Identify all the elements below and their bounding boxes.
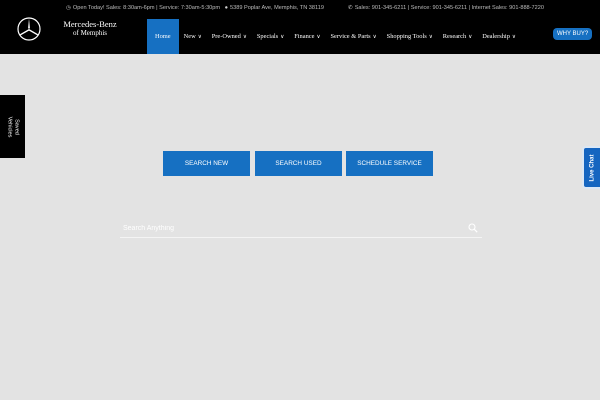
- topbar-hours-address: ◷ Open Today! Sales: 8:30am-6pm | Service…: [66, 4, 324, 12]
- search-used-button[interactable]: SEARCH USED: [255, 151, 342, 176]
- saved-vehicles-line2: Vehicles: [6, 116, 13, 137]
- nav-new-label: New: [183, 33, 196, 40]
- site-search: [120, 219, 482, 238]
- nav-research-label: Research: [442, 33, 467, 40]
- chevron-down-icon: ∨: [511, 33, 516, 40]
- chevron-down-icon: ∨: [242, 33, 247, 40]
- why-buy-button[interactable]: WHY BUY?: [553, 28, 593, 40]
- map-pin-icon: ●: [224, 5, 229, 11]
- nav-shopping-tools[interactable]: Shopping Tools ∨: [382, 19, 438, 54]
- store-hours: Open Today! Sales: 8:30am-6pm | Service:…: [72, 5, 221, 11]
- live-chat-button[interactable]: Live Chat: [582, 146, 600, 189]
- chevron-down-icon: ∨: [280, 33, 285, 40]
- phone-numbers[interactable]: Sales: 901-345-6211 | Service: 901-345-6…: [355, 5, 544, 11]
- live-chat-label: Live Chat: [589, 153, 596, 182]
- brand-location: of Memphis: [72, 29, 108, 37]
- nav-finance-label: Finance: [294, 33, 315, 40]
- nav-service-parts-label: Service & Parts: [330, 33, 371, 40]
- saved-vehicles-tab[interactable]: Saved Vehicles: [0, 95, 25, 158]
- search-icon[interactable]: [468, 223, 478, 233]
- nav-research[interactable]: Research ∨: [438, 19, 477, 54]
- clock-icon: ◷: [66, 5, 71, 11]
- saved-vehicles-line1: Saved: [13, 118, 20, 135]
- search-new-button[interactable]: SEARCH NEW: [163, 151, 250, 176]
- phone-icon: ✆: [348, 5, 353, 11]
- site-header: Mercedes-Benz of Memphis ◷ Open Today! Sa…: [0, 0, 600, 54]
- nav-shopping-tools-label: Shopping Tools: [386, 33, 427, 40]
- topbar-phones: ✆ Sales: 901-345-6211 | Service: 901-345-…: [348, 4, 544, 12]
- chevron-down-icon: ∨: [197, 33, 202, 40]
- brand-name: Mercedes-Benz: [63, 19, 117, 29]
- nav-service-parts[interactable]: Service & Parts ∨: [325, 19, 381, 54]
- nav-home[interactable]: Home: [147, 19, 179, 54]
- store-address[interactable]: 5389 Poplar Ave, Memphis, TN 38119: [230, 5, 324, 11]
- nav-dealership[interactable]: Dealership ∨: [477, 19, 521, 54]
- mercedes-star-logo[interactable]: [17, 17, 41, 41]
- nav-home-label: Home: [155, 33, 171, 40]
- chevron-down-icon: ∨: [372, 33, 377, 40]
- chevron-down-icon: ∨: [428, 33, 433, 40]
- nav-specials-label: Specials: [256, 33, 279, 40]
- nav-specials[interactable]: Specials ∨: [252, 19, 289, 54]
- schedule-service-button[interactable]: SCHEDULE SERVICE: [346, 151, 433, 176]
- nav-dealership-label: Dealership: [482, 33, 510, 40]
- main-nav: Home New ∨ Pre-Owned ∨ Specials ∨ Finance ∨ …: [147, 19, 521, 54]
- chevron-down-icon: ∨: [316, 33, 321, 40]
- nav-pre-owned[interactable]: Pre-Owned ∨: [207, 19, 252, 54]
- nav-new[interactable]: New ∨: [179, 19, 207, 54]
- chevron-down-icon: ∨: [468, 33, 473, 40]
- saved-vehicles-label: Saved Vehicles: [6, 116, 20, 137]
- search-input[interactable]: [120, 219, 460, 237]
- dealer-brand[interactable]: Mercedes-Benz of Memphis: [50, 19, 130, 38]
- nav-pre-owned-label: Pre-Owned: [211, 33, 241, 40]
- nav-finance[interactable]: Finance ∨: [289, 19, 325, 54]
